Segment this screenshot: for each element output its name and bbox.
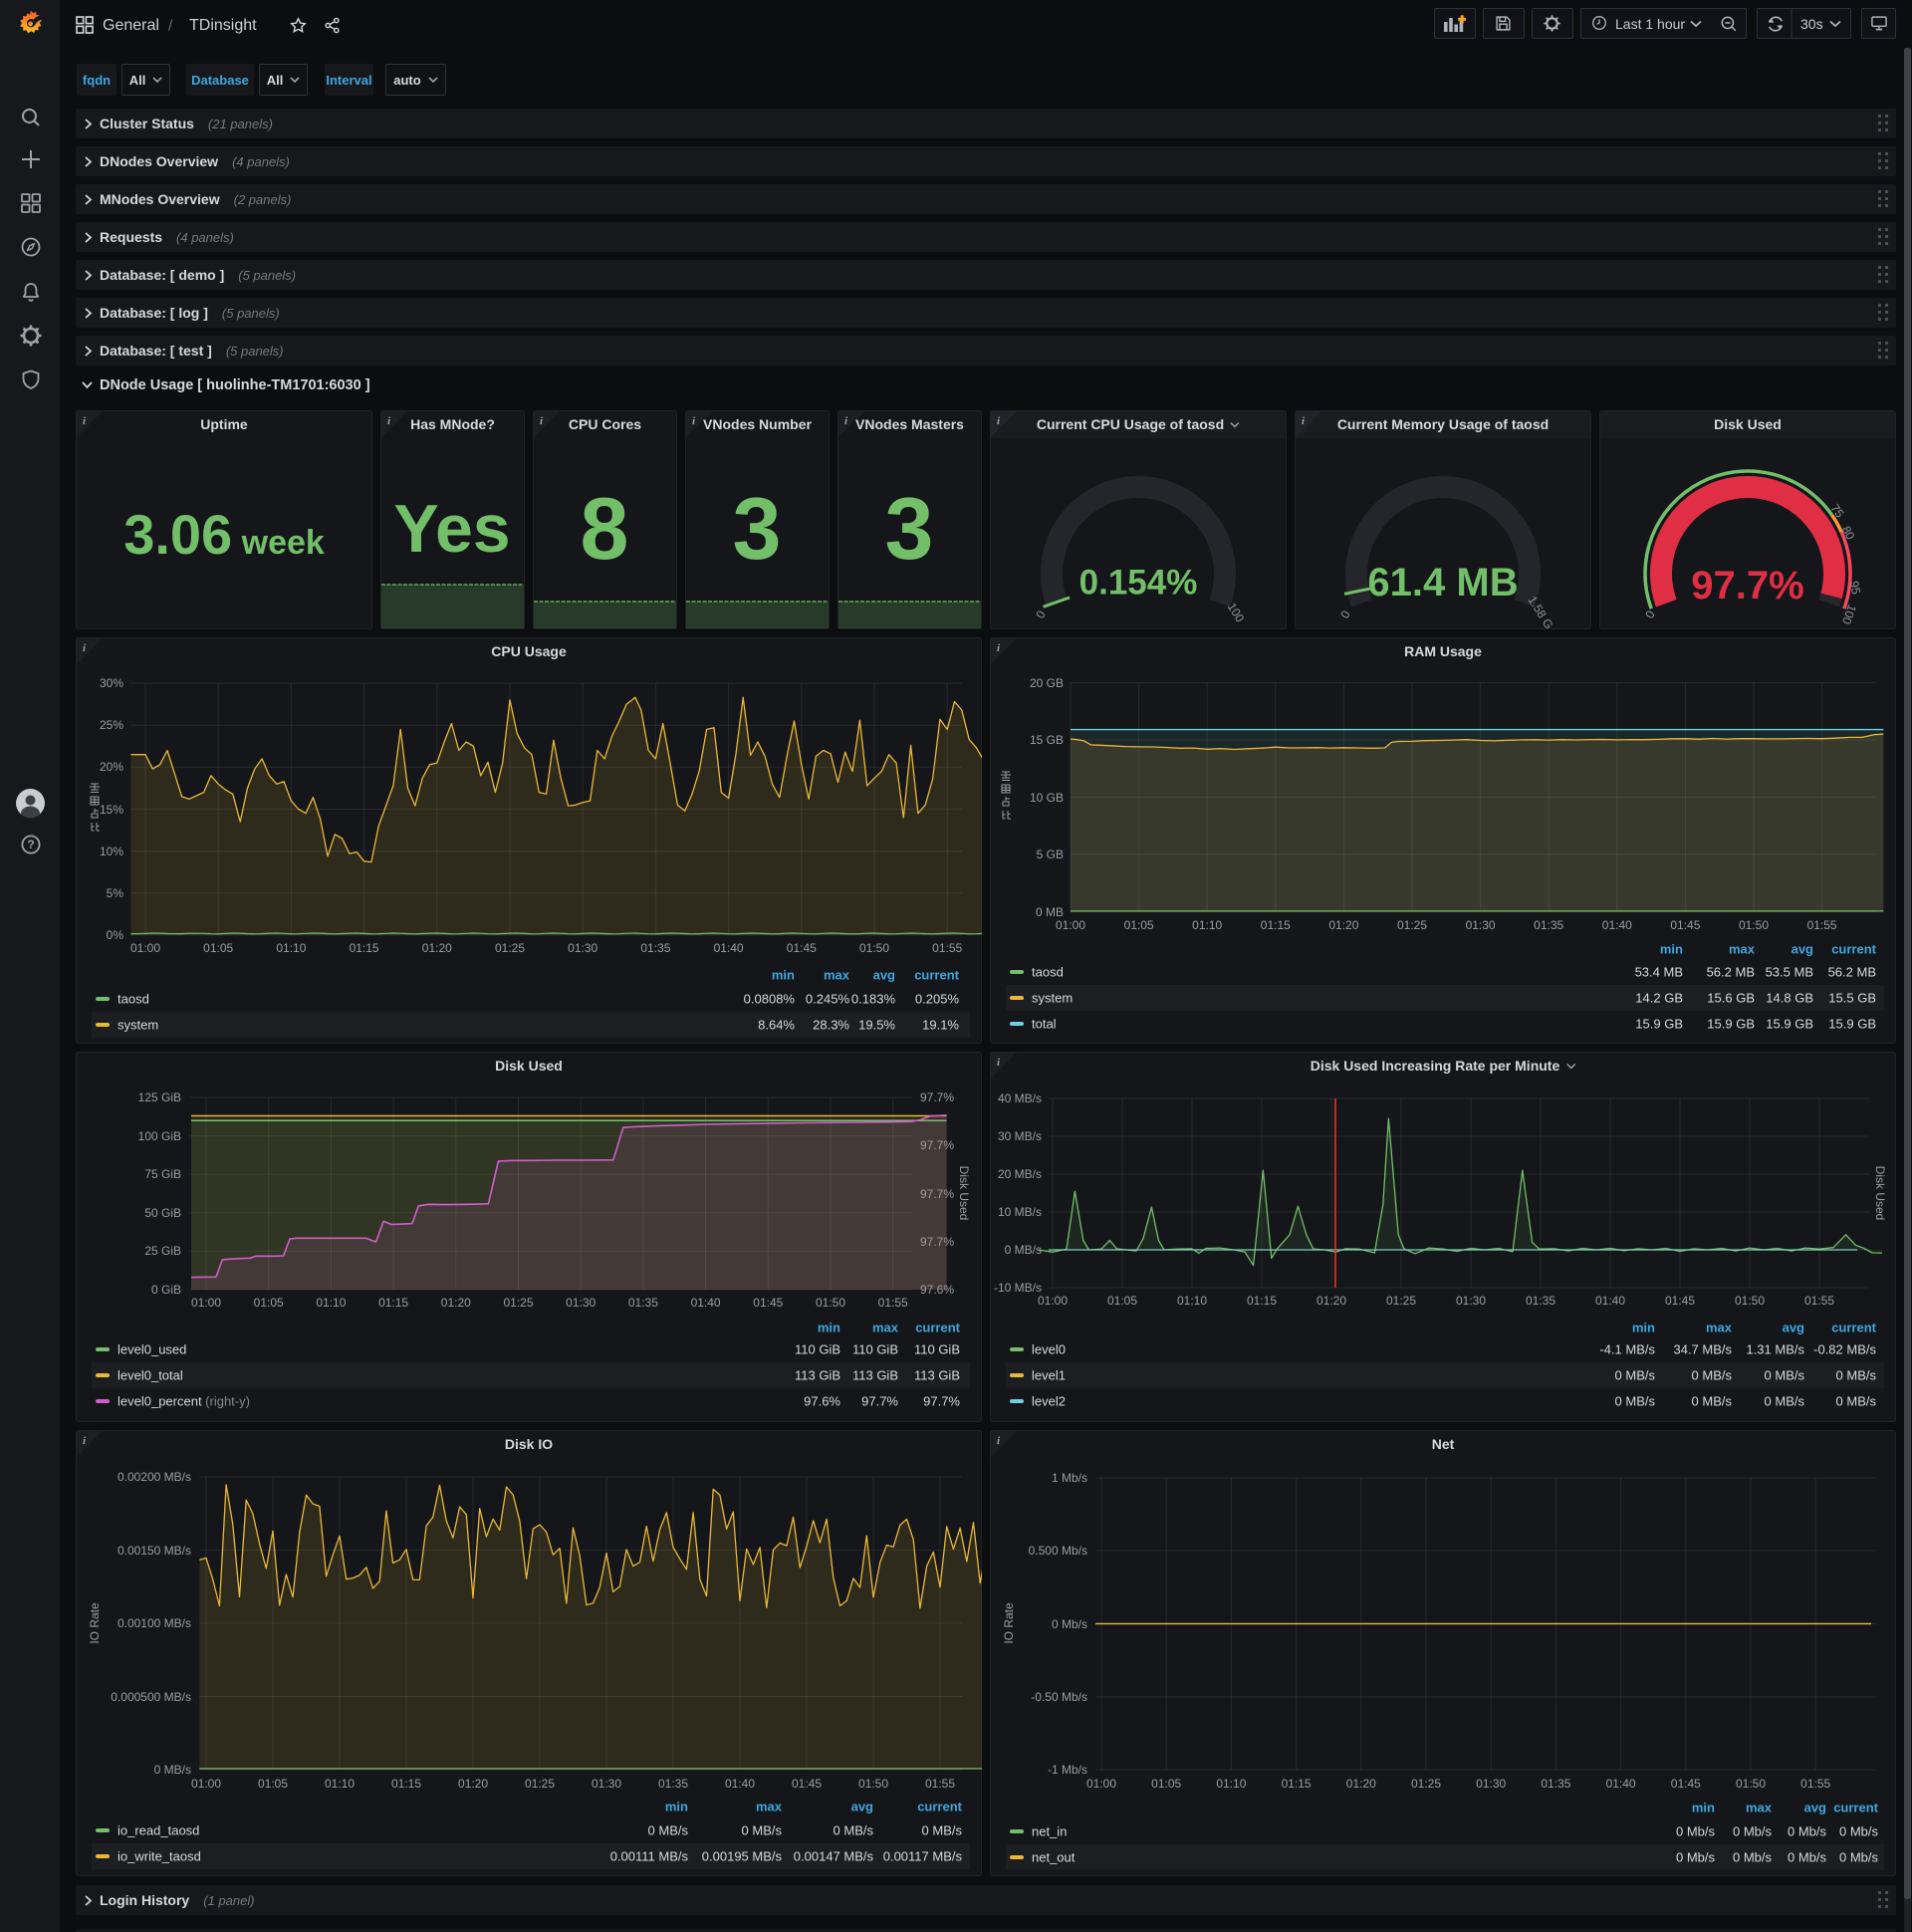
svg-text:?: ? [27, 838, 34, 851]
